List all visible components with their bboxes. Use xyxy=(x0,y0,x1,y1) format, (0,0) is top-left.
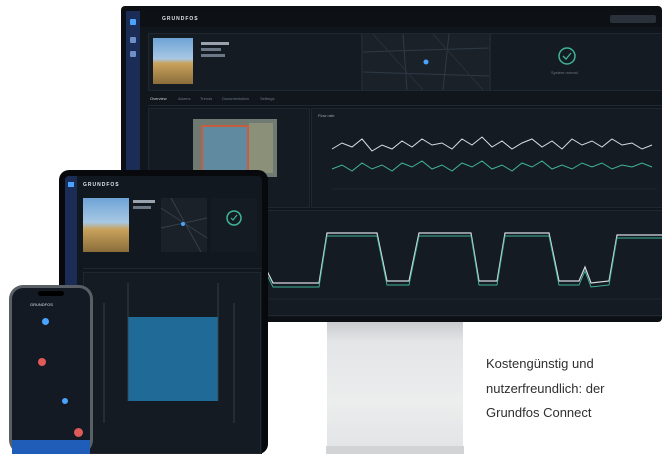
tablet-brand: GRUNDFOS xyxy=(83,182,120,188)
phone-frame: GRUNDFOS xyxy=(9,285,93,454)
tab-documentation[interactable]: Documentation xyxy=(222,96,249,101)
phone-bottom-nav[interactable] xyxy=(12,440,90,454)
status-panel xyxy=(211,198,257,252)
phone-brand: GRUNDFOS xyxy=(30,302,53,307)
caption-line-1: Kostengünstig und xyxy=(486,356,594,371)
caption-line-3: Grundfos Connect xyxy=(486,405,592,420)
map-panel[interactable] xyxy=(160,197,208,253)
tab-bar: Overview Alarms Trends Documentation Set… xyxy=(148,93,662,106)
alarm-marker-icon[interactable] xyxy=(74,428,83,437)
home-icon[interactable] xyxy=(130,37,136,43)
caption-line-2: nutzerfreundlich: der xyxy=(486,380,605,396)
phone-screen: GRUNDFOS xyxy=(12,288,90,454)
caption: Kostengünstig und nutzerfreundlich: der … xyxy=(486,352,662,426)
site-photo xyxy=(83,198,129,252)
status-label: System normal xyxy=(551,70,578,75)
map-panel[interactable] xyxy=(362,33,490,91)
user-menu[interactable] xyxy=(610,15,656,23)
list-icon[interactable] xyxy=(130,51,136,57)
site-marker-icon[interactable] xyxy=(42,318,49,325)
tab-overview[interactable]: Overview xyxy=(150,96,167,101)
tab-settings[interactable]: Settings xyxy=(260,96,274,101)
top-bar: GRUNDFOS xyxy=(140,11,662,27)
menu-icon[interactable] xyxy=(130,19,136,25)
aerial-photo xyxy=(193,119,277,177)
trend-chart[interactable]: Flow rate xyxy=(311,108,662,208)
alarm-marker-icon[interactable] xyxy=(38,358,46,366)
tablet-screen: GRUNDFOS xyxy=(65,176,262,454)
tank-level-panel[interactable] xyxy=(83,272,261,454)
site-marker-icon[interactable] xyxy=(62,398,68,404)
installation-card[interactable] xyxy=(148,33,362,91)
brand-logo: GRUNDFOS xyxy=(162,16,199,22)
status-panel: System normal xyxy=(490,33,662,91)
tablet-tab-bar[interactable] xyxy=(83,258,262,269)
tab-trends[interactable]: Trends xyxy=(200,96,212,101)
site-photo xyxy=(153,38,193,84)
menu-icon[interactable] xyxy=(68,182,74,187)
monitor-stand xyxy=(327,322,463,454)
phone-notch xyxy=(38,291,64,296)
tab-alarms[interactable]: Alarms xyxy=(178,96,190,101)
monitor-stand-base xyxy=(326,446,464,454)
